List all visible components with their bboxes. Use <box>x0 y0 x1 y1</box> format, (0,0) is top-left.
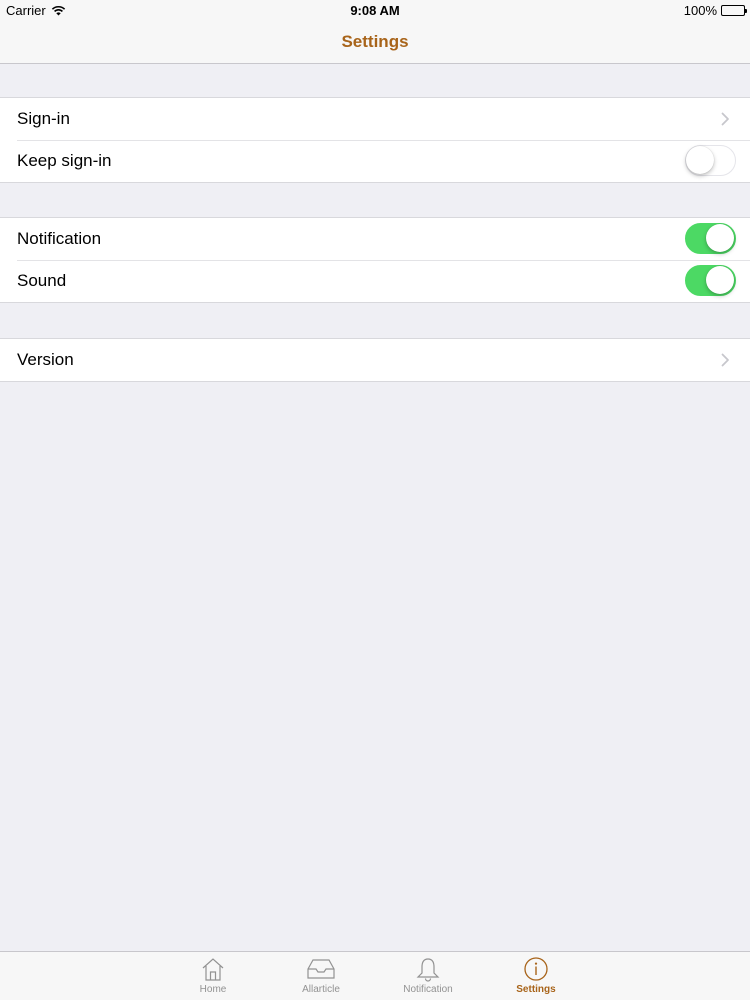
tab-label: Home <box>199 984 227 995</box>
toggle-knob <box>706 224 734 252</box>
tab-label: Settings <box>516 984 556 995</box>
row-label: Notification <box>17 229 102 248</box>
settings-group-about: Version <box>0 338 750 382</box>
tab-bar: Home Allarticle Notification Settings <box>0 951 750 1000</box>
row-label: Sign-in <box>17 109 70 128</box>
status-time: 9:08 AM <box>350 3 400 18</box>
status-right: 100% <box>683 3 747 18</box>
settings-group-alerts: Notification Sound <box>0 217 750 303</box>
tab-label: Notification <box>403 984 453 995</box>
notification-toggle[interactable] <box>685 223 736 254</box>
row-keep-sign-in: Keep sign-in <box>0 140 750 182</box>
page-title: Settings <box>341 32 409 51</box>
tab-allarticle[interactable]: Allarticle <box>271 952 371 1000</box>
row-label: Version <box>17 350 74 369</box>
battery-percent: 100% <box>683 3 717 18</box>
home-icon <box>202 958 224 981</box>
battery-icon <box>721 5 747 16</box>
bell-icon <box>416 958 440 982</box>
sound-toggle[interactable] <box>685 265 736 296</box>
keep-sign-in-toggle[interactable] <box>685 145 736 176</box>
status-bar: Carrier 9:08 AM 100% <box>0 0 750 20</box>
tab-settings[interactable]: Settings <box>486 952 586 1000</box>
toggle-knob <box>706 266 734 294</box>
row-version[interactable]: Version <box>0 339 750 381</box>
row-notification: Notification <box>0 218 750 260</box>
chevron-right-icon <box>721 353 729 367</box>
row-sign-in[interactable]: Sign-in <box>0 98 750 140</box>
row-sound: Sound <box>0 260 750 302</box>
toggle-knob <box>686 146 714 174</box>
tab-label: Allarticle <box>302 984 340 995</box>
row-label: Keep sign-in <box>17 151 112 170</box>
info-circle-icon <box>524 957 548 981</box>
settings-group-account: Sign-in Keep sign-in <box>0 97 750 183</box>
inbox-tray-icon <box>307 959 335 979</box>
tab-notification[interactable]: Notification <box>378 952 478 1000</box>
tab-home[interactable]: Home <box>163 952 263 1000</box>
row-label: Sound <box>17 271 67 290</box>
navigation-bar: Settings <box>0 20 750 64</box>
chevron-right-icon <box>721 112 729 126</box>
